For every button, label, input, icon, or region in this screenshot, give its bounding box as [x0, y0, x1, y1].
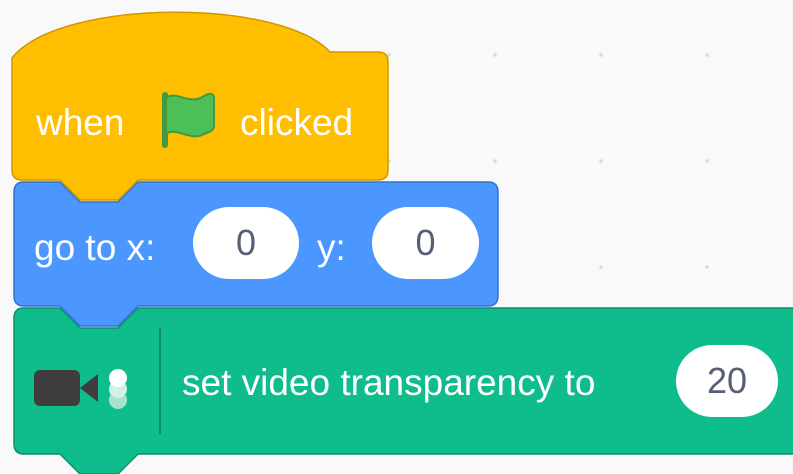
clicked-label: clicked — [240, 102, 354, 143]
green-flag-icon — [160, 88, 218, 157]
hat-block-shape — [11, 11, 389, 201]
code-workspace[interactable]: set video transparency to 20 go to x: 0 … — [0, 0, 793, 474]
when-label: when — [36, 102, 125, 143]
